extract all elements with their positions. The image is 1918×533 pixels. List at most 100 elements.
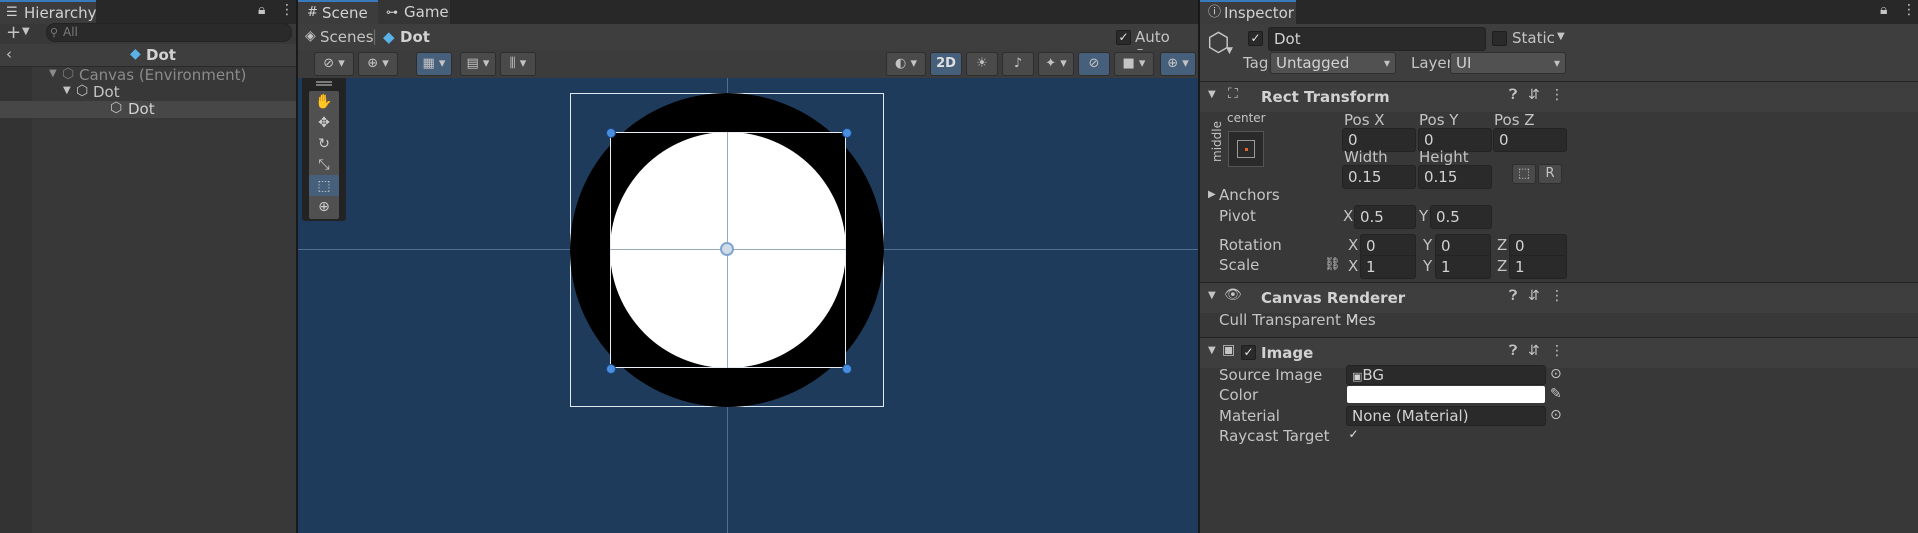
- material-field[interactable]: None (Material): [1346, 406, 1546, 426]
- back-arrow-icon[interactable]: ‹: [6, 45, 12, 63]
- palette-drag-handle[interactable]: [316, 81, 332, 83]
- lighting-toggle[interactable]: ☀: [966, 52, 998, 76]
- pivot-handle[interactable]: [720, 242, 734, 256]
- shading-dropdown[interactable]: ◐ ▾: [886, 52, 926, 76]
- preset-icon[interactable]: ⇵: [1528, 288, 1540, 304]
- foldout-arrow-icon[interactable]: ▼: [1208, 89, 1216, 100]
- preset-icon[interactable]: ⇵: [1528, 343, 1540, 359]
- canvas-renderer-header[interactable]: ▼ 👁︎ Canvas Renderer ❓︎ ⇵ ⋮: [1200, 282, 1918, 313]
- more-menu-icon[interactable]: ⋮: [1550, 87, 1564, 103]
- more-menu-icon[interactable]: ⋮: [1550, 343, 1564, 359]
- handle-bottom-left[interactable]: [606, 364, 616, 374]
- hand-tool-button[interactable]: ✋: [309, 91, 339, 114]
- effects-dropdown[interactable]: ✦ ▾: [1038, 52, 1074, 76]
- mode-2d-button[interactable]: 2D: [930, 52, 962, 76]
- tab-hierarchy[interactable]: ☰ Hierarchy: [0, 0, 97, 24]
- image-enabled-checkbox[interactable]: ✓: [1241, 345, 1256, 360]
- tab-scene[interactable]: # Scene: [298, 0, 378, 24]
- pivot-x-field[interactable]: 0.5: [1354, 205, 1416, 229]
- handle-top-left[interactable]: [606, 128, 616, 138]
- tree-item-dot-selected[interactable]: ⬡ Dot: [0, 100, 296, 118]
- tab-game[interactable]: ⊶ Game: [378, 0, 450, 24]
- rect-transform-header[interactable]: ▼ ⛶ Rect Transform ❓︎ ⇵ ⋮: [1200, 81, 1918, 112]
- link-icon[interactable]: ⛓: [1324, 257, 1341, 272]
- foldout-arrow-icon[interactable]: ▼: [1208, 290, 1216, 301]
- hierarchy-search-input[interactable]: ⚲ All: [46, 23, 292, 42]
- rotation-label: Rotation: [1219, 236, 1282, 254]
- chevron-down-icon[interactable]: ▼: [22, 26, 30, 37]
- tab-inspector[interactable]: ⓘ Inspector: [1200, 0, 1296, 24]
- rotate-tool-button[interactable]: ↻: [309, 133, 339, 156]
- scale-z-field[interactable]: 1: [1509, 255, 1567, 279]
- expand-arrow-icon[interactable]: ▼: [63, 85, 71, 96]
- pos-z-label: Pos Z: [1494, 111, 1535, 129]
- tag-dropdown[interactable]: Untagged: [1270, 52, 1396, 74]
- snap-settings-button[interactable]: ⫼ ▾: [500, 52, 536, 76]
- expand-arrow-icon[interactable]: ▼: [49, 68, 57, 79]
- breadcrumb-root[interactable]: Scenes: [320, 28, 374, 46]
- chevron-down-icon[interactable]: ▼: [1226, 46, 1233, 56]
- foldout-arrow-icon[interactable]: ▼: [1208, 345, 1216, 356]
- gameobject-icon: ⬡: [110, 100, 123, 116]
- tree-item-canvas[interactable]: ▼ ⬡ Canvas (Environment): [32, 66, 296, 84]
- foldout-arrow-icon[interactable]: ▶: [1208, 189, 1216, 200]
- eyedropper-icon[interactable]: ✎: [1550, 386, 1562, 402]
- blueprint-mode-button[interactable]: ⬚: [1512, 164, 1536, 184]
- increment-snap-button[interactable]: ▤ ▾: [460, 52, 496, 76]
- lock-icon[interactable]: 🔒︎: [258, 2, 265, 18]
- cube-icon: ◆: [383, 28, 395, 46]
- help-icon[interactable]: ❓︎: [1509, 288, 1517, 304]
- raw-edit-button[interactable]: R: [1538, 164, 1562, 184]
- layer-dropdown[interactable]: UI: [1450, 52, 1566, 74]
- tree-item-dot-parent[interactable]: ▼ ⬡ Dot: [32, 83, 296, 101]
- help-icon[interactable]: ❓︎: [1509, 87, 1517, 103]
- anchors-label[interactable]: Anchors: [1219, 186, 1280, 204]
- help-icon[interactable]: ❓︎: [1509, 343, 1517, 359]
- layer-value: UI: [1456, 54, 1472, 72]
- lock-icon[interactable]: 🔒︎: [1880, 2, 1887, 18]
- rect-tool-button[interactable]: ⬚: [309, 175, 339, 198]
- visibility-toggle[interactable]: ⊘: [1078, 52, 1110, 76]
- breadcrumb-current[interactable]: Dot: [400, 28, 430, 46]
- more-menu-icon[interactable]: ⋮: [1550, 288, 1564, 304]
- pos-z-field[interactable]: 0: [1493, 128, 1567, 152]
- color-swatch[interactable]: [1347, 386, 1545, 403]
- cull-transparent-checkbox[interactable]: ✓: [1346, 313, 1361, 328]
- source-image-value: BG: [1362, 366, 1385, 384]
- source-image-field[interactable]: ▣BG: [1346, 365, 1546, 385]
- static-checkbox[interactable]: [1492, 31, 1507, 46]
- transform-tool-button[interactable]: ⊕: [309, 196, 339, 219]
- width-field[interactable]: 0.15: [1342, 165, 1416, 189]
- handle-bottom-right[interactable]: [842, 364, 852, 374]
- more-menu-icon[interactable]: ⋮: [1902, 2, 1916, 18]
- preset-icon[interactable]: ⇵: [1528, 87, 1540, 103]
- image-header[interactable]: ▼ ▣ ✓ Image ❓︎ ⇵ ⋮: [1200, 337, 1918, 368]
- chevron-down-icon[interactable]: ▼: [1557, 31, 1565, 42]
- move-tool-button[interactable]: ✥: [309, 112, 339, 135]
- pivot-y-field[interactable]: 0.5: [1430, 205, 1492, 229]
- handle-top-right[interactable]: [842, 128, 852, 138]
- auto-save-checkbox[interactable]: ✓: [1116, 30, 1131, 45]
- height-field[interactable]: 0.15: [1418, 165, 1492, 189]
- material-value: None (Material): [1352, 407, 1469, 425]
- raycast-target-checkbox[interactable]: ✓: [1346, 428, 1361, 443]
- scene-viewport[interactable]: ✋ ✥ ↻ ⤡ ⬚ ⊕: [298, 78, 1198, 533]
- gizmos-dropdown[interactable]: ⊕ ▾: [1160, 52, 1196, 76]
- active-checkbox[interactable]: ✓: [1248, 31, 1263, 46]
- draw-mode-dropdown[interactable]: ⊘ ▾: [314, 52, 354, 76]
- object-picker-icon[interactable]: ⊙: [1550, 366, 1562, 382]
- grid-snap-button[interactable]: ▦ ▾: [416, 52, 452, 76]
- scale-tool-button[interactable]: ⤡: [309, 154, 339, 177]
- more-menu-icon[interactable]: ⋮: [280, 2, 294, 18]
- scale-y-field[interactable]: 1: [1435, 255, 1491, 279]
- object-picker-icon[interactable]: ⊙: [1550, 407, 1562, 423]
- scale-x-field[interactable]: 1: [1360, 255, 1416, 279]
- render-mode-dropdown[interactable]: ⊕ ▾: [358, 52, 398, 76]
- camera-dropdown[interactable]: ■ ▾: [1114, 52, 1154, 76]
- add-icon[interactable]: +: [6, 22, 21, 43]
- object-name-field[interactable]: Dot: [1268, 27, 1486, 51]
- scene-breadcrumb-bar: ◈ Scenes | ◆ Dot ✓ Auto Save: [298, 24, 1198, 64]
- scene-panel: # Scene ⊶ Game ◈ Scenes | ◆ Dot ✓ Auto S…: [298, 0, 1198, 533]
- anchor-presets-button[interactable]: [1228, 131, 1264, 167]
- audio-toggle[interactable]: ♪: [1002, 52, 1034, 76]
